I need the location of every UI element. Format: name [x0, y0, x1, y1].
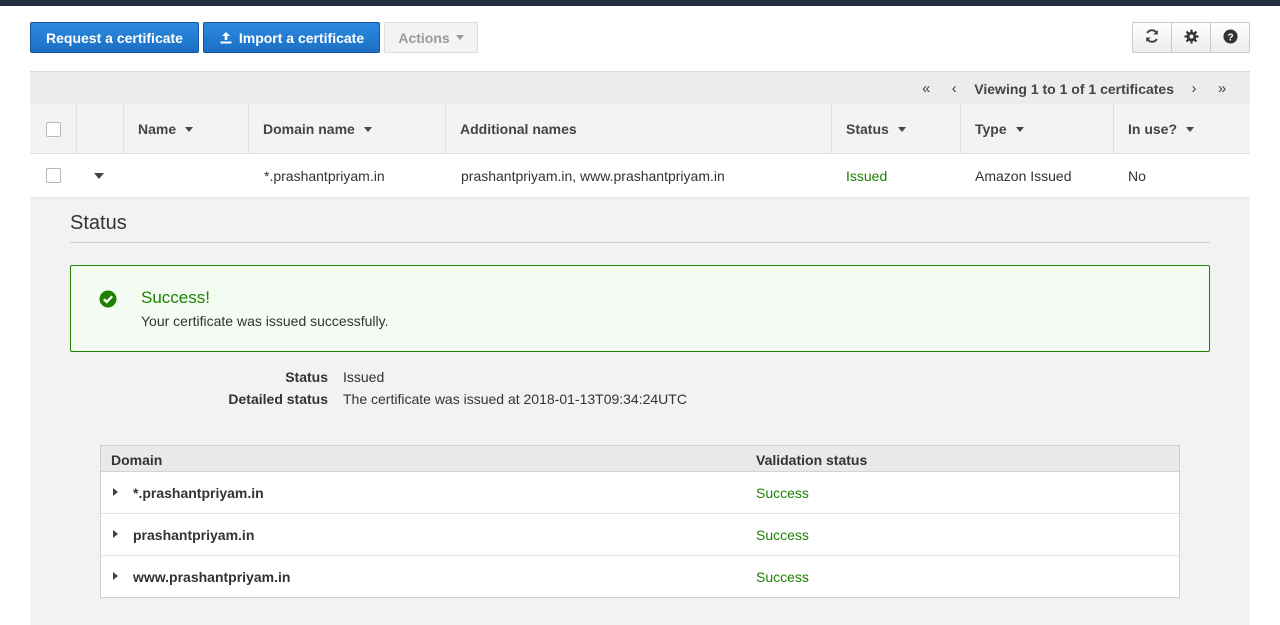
cell-type: Amazon Issued: [975, 167, 1072, 184]
column-header-additional-names-label: Additional names: [460, 121, 577, 137]
chevron-down-icon: [94, 172, 104, 179]
help-icon: ?: [1222, 28, 1238, 47]
import-certificate-button[interactable]: Import a certificate: [203, 22, 380, 53]
chevron-down-icon: [455, 35, 464, 40]
help-button[interactable]: ?: [1211, 23, 1249, 52]
request-certificate-button[interactable]: Request a certificate: [30, 22, 199, 53]
column-header-additional-names: Additional names: [445, 104, 831, 154]
console-top-bar: [0, 0, 1280, 6]
table-row[interactable]: *.prashantpriyam.in prashantpriyam.in, w…: [30, 154, 1250, 198]
sort-icon: [897, 126, 906, 132]
last-page-icon[interactable]: »: [1208, 80, 1236, 97]
previous-page-icon[interactable]: ‹: [940, 80, 968, 97]
expand-arrow-icon[interactable]: [113, 530, 118, 538]
refresh-button[interactable]: [1133, 23, 1172, 52]
sort-icon: [363, 126, 372, 132]
table-row[interactable]: prashantpriyam.in Success: [101, 514, 1179, 556]
check-circle-icon: [99, 290, 117, 311]
gear-icon: [1183, 28, 1199, 47]
validation-domain: *.prashantpriyam.in: [133, 485, 264, 501]
sort-icon: [1186, 126, 1195, 132]
status-heading: Status: [70, 212, 127, 234]
validation-domain: prashantpriyam.in: [133, 527, 255, 543]
expand-arrow-icon[interactable]: [113, 488, 118, 496]
svg-text:?: ?: [1227, 32, 1233, 43]
expand-arrow-icon[interactable]: [113, 572, 118, 580]
column-header-in-use-label: In use?: [1128, 121, 1178, 137]
pagination-bar: « ‹ Viewing 1 to 1 of 1 certificates › »: [30, 71, 1250, 104]
column-header-type[interactable]: Type: [960, 104, 1113, 154]
column-header-type-label: Type: [975, 121, 1007, 137]
validation-domain: www.prashantpriyam.in: [133, 569, 291, 585]
table-row[interactable]: www.prashantpriyam.in Success: [101, 556, 1179, 598]
first-page-icon[interactable]: «: [912, 80, 940, 97]
upload-icon: [219, 31, 233, 45]
pagination-summary: Viewing 1 to 1 of 1 certificates: [974, 80, 1174, 97]
validation-status: Success: [756, 569, 809, 585]
column-header-domain: Domain: [111, 452, 163, 468]
actions-dropdown[interactable]: Actions: [384, 22, 478, 53]
row-expand-toggle[interactable]: [94, 154, 104, 197]
status-field-value: Issued: [343, 369, 385, 385]
next-page-icon[interactable]: ›: [1180, 80, 1208, 97]
request-certificate-label: Request a certificate: [46, 29, 183, 46]
column-header-name-label: Name: [138, 121, 177, 137]
cell-additional-names: prashantpriyam.in, www.prashantpriyam.in: [461, 167, 725, 184]
column-header-domain-name[interactable]: Domain name: [248, 104, 445, 154]
column-header-status[interactable]: Status: [831, 104, 960, 154]
column-header-status-label: Status: [846, 121, 889, 137]
cell-status: Issued: [846, 167, 888, 184]
pagination: « ‹ Viewing 1 to 1 of 1 certificates › »: [912, 72, 1236, 105]
column-header-name[interactable]: Name: [123, 104, 248, 154]
expand-column-header: [76, 104, 123, 154]
actions-label: Actions: [398, 29, 450, 46]
table-row[interactable]: *.prashantpriyam.in Success: [101, 472, 1179, 514]
column-header-in-use[interactable]: In use?: [1113, 104, 1250, 154]
sort-icon: [1015, 126, 1024, 132]
status-field-label: Status: [285, 369, 328, 385]
success-alert: Success! Your certificate was issued suc…: [70, 265, 1210, 352]
settings-button[interactable]: [1172, 23, 1211, 52]
refresh-icon: [1144, 28, 1160, 47]
certificate-detail-panel: Status Success! Your certificate was iss…: [30, 198, 1250, 625]
row-select-cell: [46, 154, 61, 197]
detailed-status-value: The certificate was issued at 2018-01-13…: [343, 391, 687, 407]
validation-status: Success: [756, 485, 809, 501]
certificates-table-header: Name Domain name Additional names Status…: [30, 104, 1250, 154]
alert-title: Success!: [141, 288, 210, 307]
domain-validation-table: Domain Validation status *.prashantpriya…: [100, 445, 1180, 598]
alert-message: Your certificate was issued successfully…: [141, 313, 389, 329]
row-checkbox[interactable]: [46, 168, 61, 183]
cell-in-use: No: [1128, 167, 1146, 184]
view-controls: ?: [1132, 22, 1250, 53]
validation-status: Success: [756, 527, 809, 543]
column-header-domain-name-label: Domain name: [263, 121, 355, 137]
divider: [70, 242, 1210, 243]
select-all-checkbox[interactable]: [46, 121, 61, 137]
import-certificate-label: Import a certificate: [238, 29, 365, 46]
validation-table-header: Domain Validation status: [101, 446, 1179, 472]
select-all-cell: [30, 104, 76, 154]
column-header-validation-status: Validation status: [756, 452, 868, 468]
cell-domain-name: *.prashantpriyam.in: [264, 167, 385, 184]
sort-icon: [185, 126, 194, 132]
detailed-status-label: Detailed status: [228, 391, 328, 407]
